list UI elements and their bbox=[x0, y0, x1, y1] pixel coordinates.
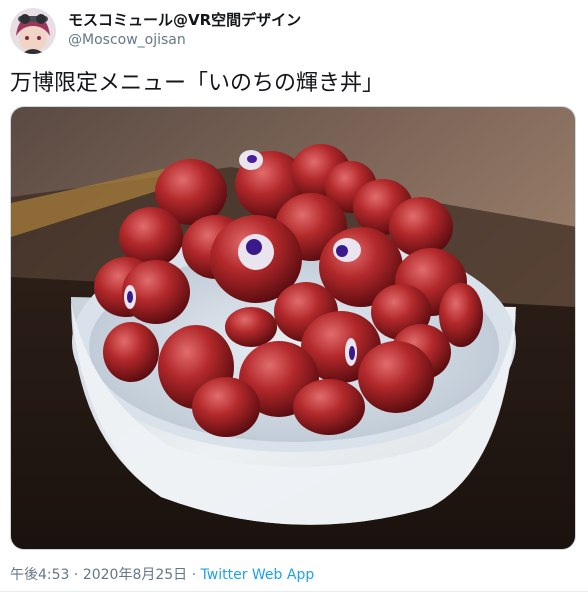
rice-bowl-render bbox=[11, 107, 575, 549]
meta-separator: · bbox=[69, 567, 83, 583]
tweet-meta: 午後4:53 · 2020年8月25日 · Twitter Web App bbox=[10, 566, 314, 584]
tweet-source-link[interactable]: Twitter Web App bbox=[201, 567, 315, 583]
display-name[interactable]: モスコミュール@VR空間デザイン bbox=[68, 10, 301, 30]
user-handle[interactable]: @Moscow_ojisan bbox=[68, 30, 301, 50]
tweet-header: モスコミュール@VR空間デザイン @Moscow_ojisan bbox=[10, 8, 580, 54]
avatar-illustration bbox=[10, 8, 56, 54]
avatar[interactable] bbox=[10, 8, 56, 54]
meta-separator: · bbox=[187, 567, 201, 583]
tweet-time[interactable]: 午後4:53 bbox=[10, 567, 69, 583]
tweet-text: 万博限定メニュー「いのちの輝き丼」 bbox=[10, 71, 385, 96]
tweet-media-image[interactable] bbox=[10, 106, 576, 550]
tweet-date[interactable]: 2020年8月25日 bbox=[83, 567, 187, 583]
